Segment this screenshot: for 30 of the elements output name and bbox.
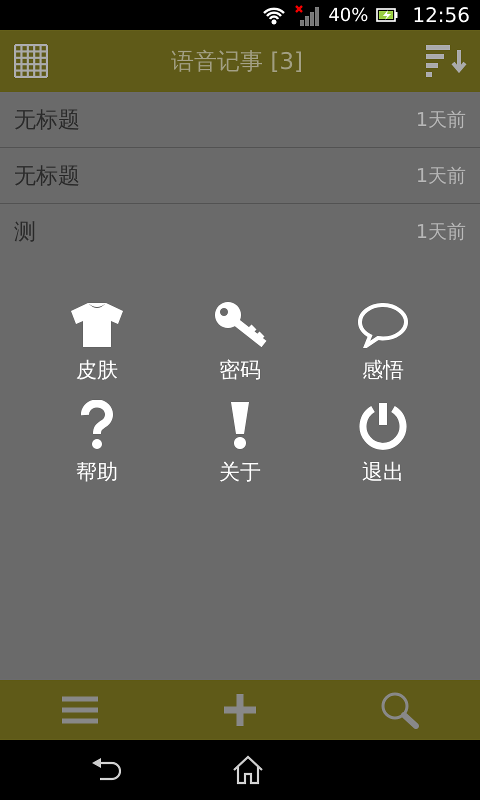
search-button[interactable] xyxy=(380,691,420,729)
app-title: 语音记事 [3] xyxy=(171,48,303,76)
add-button[interactable] xyxy=(224,694,256,726)
menu-item[interactable]: 退出 xyxy=(312,398,454,486)
power-icon xyxy=(358,400,408,450)
note-time: 1天前 xyxy=(416,164,466,188)
menu-item[interactable]: 关于 xyxy=(168,398,312,486)
menu-item[interactable]: 感悟 xyxy=(312,296,454,384)
menu-button[interactable] xyxy=(62,695,98,725)
shirt-icon xyxy=(70,302,124,348)
clock-time: 12:56 xyxy=(412,3,470,27)
menu-item[interactable]: 皮肤 xyxy=(26,296,168,384)
menu-item[interactable]: 密码 xyxy=(168,296,312,384)
menu-item[interactable]: 帮助 xyxy=(26,398,168,486)
wifi-icon xyxy=(262,5,286,25)
back-button[interactable] xyxy=(90,757,122,783)
grid-view-button[interactable] xyxy=(14,44,48,78)
exclamation-mark-icon xyxy=(228,400,252,450)
signal-icon xyxy=(294,4,320,26)
battery-percent: 40% xyxy=(328,4,368,26)
note-title: 无标题 xyxy=(14,106,80,134)
battery-charging-icon xyxy=(376,7,398,23)
note-time: 1天前 xyxy=(416,108,466,132)
home-button[interactable] xyxy=(232,755,264,785)
speech-bubble-icon xyxy=(357,302,409,348)
note-title: 测 xyxy=(14,219,36,247)
note-time: 1天前 xyxy=(416,220,466,245)
sort-button[interactable] xyxy=(426,44,468,78)
key-icon xyxy=(212,300,268,348)
note-title: 无标题 xyxy=(14,162,80,190)
